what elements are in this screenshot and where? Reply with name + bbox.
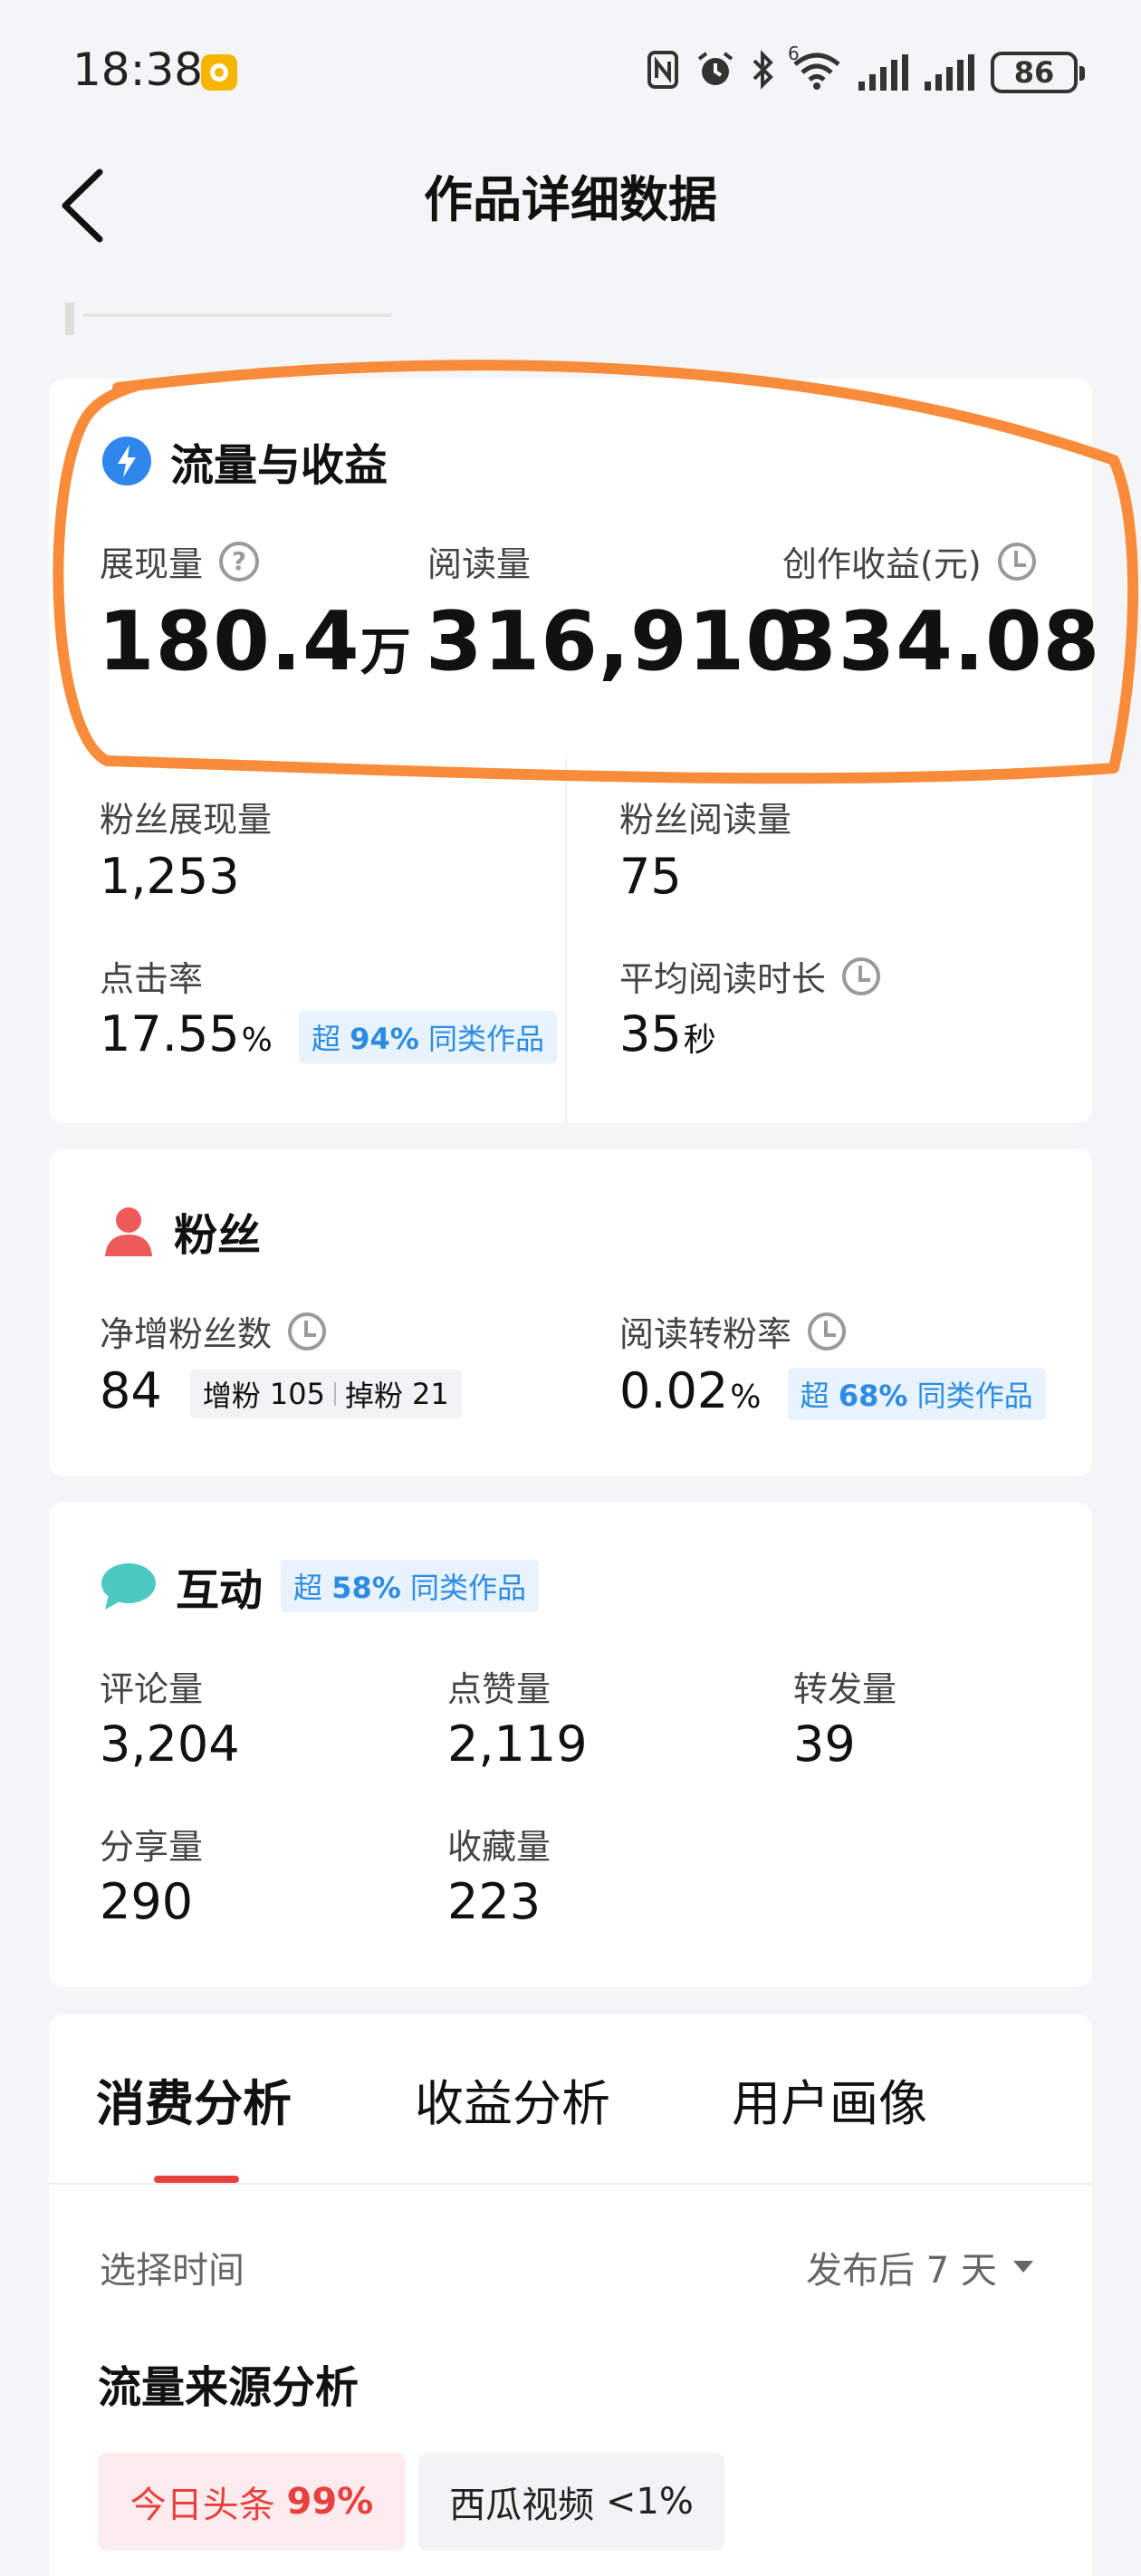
source-chip-xigua[interactable]: 西瓜视频 <1%	[418, 2453, 724, 2551]
fan-reads-value: 75	[619, 848, 682, 905]
favorites-label: 收藏量	[447, 1827, 551, 1867]
conversion-label: 阅读转粉率	[619, 1306, 847, 1356]
fans-card-title: 粉丝	[174, 1210, 262, 1261]
tab-divider	[49, 2183, 1092, 2185]
conversion-benchmark-badge: 超 68% 同类作品	[787, 1368, 1046, 1421]
history-clock-icon[interactable]	[288, 1312, 327, 1350]
fan-gain-loss-badge: 增粉 105 掉粉 21	[189, 1370, 462, 1419]
interaction-card-title: 互动	[176, 1565, 264, 1616]
chat-bubble-icon	[101, 1563, 156, 1610]
comments-label: 评论量	[100, 1669, 204, 1709]
select-time-label: 选择时间	[100, 2250, 244, 2292]
likes-value: 2,119	[447, 1716, 588, 1773]
shares-value: 290	[100, 1873, 194, 1930]
interaction-benchmark-badge: 超 58% 同类作品	[281, 1560, 539, 1612]
tab-consumption-analysis[interactable]: 消费分析	[96, 2063, 292, 2135]
fan-impressions-value: 1,253	[100, 848, 240, 905]
interaction-card: 互动 超 58% 同类作品 评论量 3,204 点赞量 2,119 转发量 39…	[49, 1502, 1092, 1987]
traffic-source-title: 流量来源分析	[98, 2362, 360, 2413]
history-clock-icon[interactable]	[842, 956, 881, 995]
ctr-value: 17.55% 超 94% 同类作品	[100, 1005, 557, 1064]
net-fans-label: 净增粉丝数	[100, 1306, 327, 1356]
shares-label: 分享量	[100, 1827, 204, 1867]
time-range-dropdown[interactable]: 发布后 7 天	[806, 2241, 1033, 2293]
highlight-annotation	[53, 360, 1139, 784]
avg-read-time-value: 35秒	[619, 1005, 716, 1062]
analysis-card: 消费分析 收益分析 用户画像 选择时间 发布后 7 天 流量来源分析 今日头条 …	[49, 2014, 1092, 2576]
fans-card: 粉丝 净增粉丝数 84 增粉 105 掉粉 21 阅读转粉率 0.02% 超 6…	[49, 1149, 1092, 1476]
history-clock-icon[interactable]	[808, 1312, 847, 1350]
fans-person-icon	[105, 1207, 152, 1256]
caret-down-icon	[1012, 2261, 1033, 2273]
comments-value: 3,204	[100, 1716, 240, 1773]
conversion-value: 0.02% 超 68% 同类作品	[619, 1362, 1046, 1421]
active-tab-indicator	[154, 2176, 239, 2183]
forwards-label: 转发量	[793, 1669, 897, 1709]
net-fans-value: 84 增粉 105 掉粉 21	[100, 1362, 462, 1419]
tab-earnings-analysis[interactable]: 收益分析	[415, 2063, 610, 2135]
source-chip-toutiao[interactable]: 今日头条 99%	[98, 2453, 406, 2551]
ctr-benchmark-badge: 超 94% 同类作品	[298, 1011, 557, 1064]
favorites-value: 223	[447, 1873, 542, 1930]
forwards-value: 39	[793, 1716, 856, 1773]
tab-user-profile[interactable]: 用户画像	[732, 2063, 927, 2135]
avg-read-time-label: 平均阅读时长	[619, 951, 881, 1001]
ctr-label: 点击率	[100, 959, 204, 999]
likes-label: 点赞量	[447, 1669, 551, 1709]
